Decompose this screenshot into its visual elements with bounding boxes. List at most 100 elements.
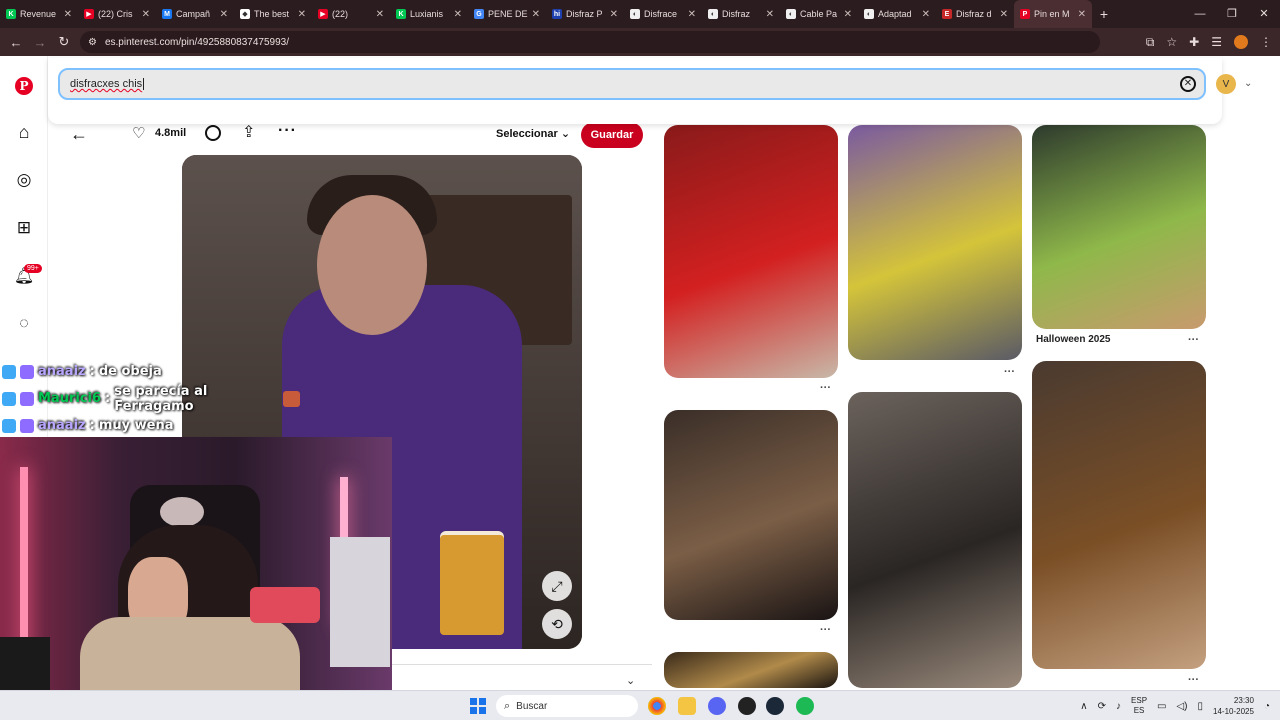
related-pin[interactable] (1032, 361, 1206, 669)
pinterest-logo[interactable]: P (14, 76, 34, 96)
comment-icon[interactable] (205, 125, 221, 141)
language-indicator[interactable]: ESP ES (1131, 696, 1147, 716)
chrome-icon[interactable] (648, 697, 666, 715)
pin-more-icon[interactable]: ··· (1004, 366, 1015, 378)
home-icon[interactable]: ⌂ (14, 122, 34, 142)
tray-overflow-icon[interactable]: ∧ (1080, 701, 1087, 712)
tab-close-icon[interactable]: ✕ (64, 9, 72, 20)
tab-close-icon[interactable]: ✕ (766, 9, 774, 20)
back-arrow-icon[interactable]: ← (70, 124, 88, 145)
bookmark-star-icon[interactable]: ☆ (1166, 35, 1177, 49)
notification-center-icon[interactable]: ◔ (1264, 701, 1270, 712)
browser-tab[interactable]: G PENE DE ✕ (468, 0, 546, 28)
obs-icon[interactable] (738, 697, 756, 715)
browser-tab[interactable]: ◐ Adaptad ✕ (858, 0, 936, 28)
browser-tab[interactable]: M Campañ ✕ (156, 0, 234, 28)
save-button[interactable]: Guardar (581, 122, 643, 148)
tab-close-icon[interactable]: ✕ (220, 9, 228, 20)
volume-icon[interactable]: ◁) (1176, 701, 1187, 712)
windows-start-icon[interactable] (470, 698, 486, 714)
steam-icon[interactable] (766, 697, 784, 715)
display-icon[interactable]: ▭ (1157, 701, 1166, 712)
related-pin[interactable] (848, 125, 1022, 360)
tab-close-icon[interactable]: ✕ (1078, 9, 1086, 20)
tab-favicon-icon: ▶ (84, 9, 94, 19)
search-input[interactable]: disfracxes chis ✕ (58, 68, 1206, 100)
related-pin[interactable] (664, 410, 838, 620)
reading-list-icon[interactable]: ☰ (1211, 35, 1222, 49)
create-icon[interactable]: ⊞ (14, 218, 34, 238)
related-pin[interactable] (848, 392, 1022, 688)
pin-more-icon[interactable]: ··· (820, 382, 831, 394)
extensions-icon[interactable]: ✚ (1189, 35, 1199, 49)
account-chevron-down-icon[interactable]: ⌄ (1244, 78, 1252, 89)
browser-tab[interactable]: ▶ (22) Cris ✕ (78, 0, 156, 28)
tab-close-icon[interactable]: ✕ (610, 9, 618, 20)
pin-more-icon[interactable]: ··· (820, 624, 831, 636)
system-clock[interactable]: 23:30 14-10-2025 (1213, 695, 1254, 717)
battery-icon[interactable]: ▯ (1198, 701, 1204, 712)
explore-icon[interactable]: ◎ (14, 170, 34, 190)
browser-tab[interactable]: ◆ The best ✕ (234, 0, 312, 28)
related-pin[interactable] (1032, 125, 1206, 329)
clear-search-icon[interactable]: ✕ (1180, 76, 1196, 92)
browser-tab[interactable]: hi Disfraz P ✕ (546, 0, 624, 28)
chat-badge-icon (2, 391, 16, 406)
tab-close-icon[interactable]: ✕ (844, 9, 852, 20)
related-pin[interactable] (664, 125, 838, 378)
close-window-icon[interactable]: ✕ (1248, 0, 1280, 28)
board-select-dropdown[interactable]: Seleccionar ⌄ (496, 127, 570, 140)
browser-tab[interactable]: P Pin en M ✕ (1014, 0, 1092, 28)
pin-more-icon[interactable]: ··· (1188, 674, 1199, 686)
heart-icon[interactable]: ♡ (132, 124, 145, 142)
taskbar-search-box[interactable]: ⌕ Buscar (496, 695, 638, 717)
tab-close-icon[interactable]: ✕ (142, 9, 150, 20)
microphone-icon[interactable]: ♪ (1116, 701, 1121, 712)
back-icon[interactable]: ← (4, 35, 28, 50)
discord-icon[interactable] (708, 697, 726, 715)
tab-close-icon[interactable]: ✕ (298, 9, 306, 20)
site-info-icon[interactable]: ⚙ (88, 37, 97, 48)
browser-tab[interactable]: ◐ Disfrace ✕ (624, 0, 702, 28)
url-text: es.pinterest.com/pin/4925880837475993/ (104, 36, 289, 48)
tab-close-icon[interactable]: ✕ (532, 9, 540, 20)
browser-tab[interactable]: ◐ Cable Pa ✕ (780, 0, 858, 28)
expand-icon[interactable]: ⤢ (542, 571, 572, 601)
account-avatar[interactable]: V (1216, 74, 1236, 94)
browser-tab[interactable]: K Revenue ✕ (0, 0, 78, 28)
visual-search-icon[interactable]: ⟲ (542, 609, 572, 639)
chevron-down-icon[interactable]: ⌄ (626, 674, 635, 687)
tab-favicon-icon: K (396, 9, 406, 19)
browser-tab[interactable]: E Disfraz d ✕ (936, 0, 1014, 28)
maximize-icon[interactable]: ❐ (1216, 0, 1248, 28)
install-icon[interactable]: ⧉ (1146, 35, 1155, 50)
reload-icon[interactable]: ↻ (52, 34, 76, 50)
spotify-icon[interactable] (796, 697, 814, 715)
browser-tab[interactable]: K Luxianis ✕ (390, 0, 468, 28)
tab-close-icon[interactable]: ✕ (688, 9, 696, 20)
tab-close-icon[interactable]: ✕ (376, 9, 384, 20)
tray-app-icon[interactable]: ⟳ (1098, 701, 1106, 712)
share-icon[interactable]: ⇪ (242, 122, 255, 142)
file-explorer-icon[interactable] (678, 697, 696, 715)
pin-caption[interactable]: Halloween 2025 (1036, 334, 1110, 345)
url-field[interactable]: ⚙ es.pinterest.com/pin/4925880837475993/ (80, 31, 1100, 53)
tab-label: Cable Pa (800, 9, 838, 19)
messages-icon[interactable]: ◌ (14, 314, 34, 334)
minimize-icon[interactable]: — (1184, 0, 1216, 28)
tab-close-icon[interactable]: ✕ (454, 9, 462, 20)
tab-label: (22) Cris (98, 9, 133, 19)
related-pin[interactable] (664, 652, 838, 688)
more-options-icon[interactable]: ··· (278, 122, 297, 140)
divider (392, 664, 652, 665)
profile-avatar[interactable] (1234, 35, 1248, 49)
new-tab-button[interactable]: + (1092, 6, 1116, 22)
tab-close-icon[interactable]: ✕ (1000, 9, 1008, 20)
menu-icon[interactable]: ⋮ (1260, 35, 1272, 49)
forward-icon[interactable]: → (28, 35, 52, 50)
tab-favicon-icon: hi (552, 9, 562, 19)
pin-more-icon[interactable]: ··· (1188, 334, 1199, 346)
browser-tab[interactable]: ▶ (22) ✕ (312, 0, 390, 28)
tab-close-icon[interactable]: ✕ (922, 9, 930, 20)
browser-tab[interactable]: ◐ Disfraz ✕ (702, 0, 780, 28)
